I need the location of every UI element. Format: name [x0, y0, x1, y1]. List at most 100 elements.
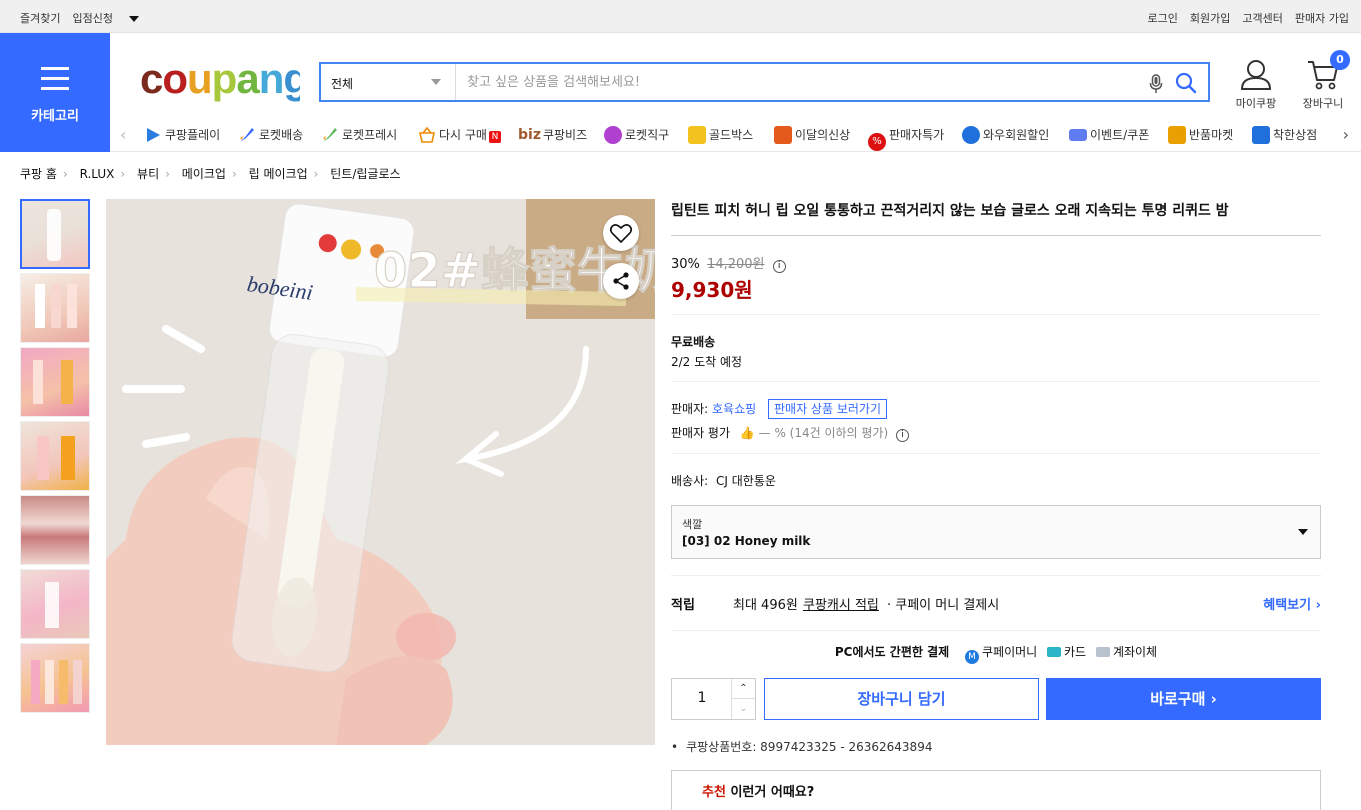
global-rocket-icon: [604, 126, 622, 144]
nav-item-rocket-fresh[interactable]: 로켓프레시: [321, 126, 397, 144]
card-icon: [1047, 647, 1062, 657]
option-value: [03] 02 Honey milk: [682, 534, 811, 548]
carrier-label: 배송사:: [671, 474, 709, 488]
reward-row: 적립 최대 496원 쿠팡캐시 적립 · 쿠페이 머니 결제시 혜택보기 ›: [671, 594, 1321, 613]
breadcrumb-item[interactable]: 뷰티: [137, 167, 159, 181]
seller-apply-link[interactable]: 입점신청: [72, 12, 139, 25]
quantity-input[interactable]: 1: [672, 690, 732, 706]
nav-item-goldbox[interactable]: 골드박스: [688, 126, 753, 144]
quantity-increase-icon[interactable]: ⌃: [731, 679, 755, 699]
carrier-row: 배송사: CJ 대한통운: [671, 472, 776, 489]
signup-link[interactable]: 회원가입: [1190, 12, 1230, 25]
product-thumbnail[interactable]: [20, 643, 90, 713]
nav-item-coupangbiz[interactable]: biz 쿠팡비즈: [518, 126, 587, 143]
recommendation-box[interactable]: 추천 이런거 어때요?: [671, 770, 1321, 810]
share-button[interactable]: [603, 263, 639, 299]
add-to-cart-button[interactable]: 장바구니 담기: [764, 678, 1039, 720]
divider: [671, 314, 1321, 315]
breadcrumb-item[interactable]: 틴트/립글로스: [330, 167, 400, 181]
nav-item-label: 골드박스: [709, 128, 754, 142]
cart-count-badge: 0: [1330, 50, 1350, 70]
thumbs-up-icon: 👍: [739, 426, 755, 440]
product-title: 립틴트 피치 허니 립 오일 통통하고 끈적거리지 않는 보습 글로스 오래 지…: [671, 199, 1321, 236]
my-coupang-label: 마이쿠팡: [1235, 97, 1277, 110]
info-icon[interactable]: i: [772, 260, 786, 273]
cart-button[interactable]: 0 장바구니: [1300, 50, 1350, 111]
color-option-select[interactable]: 색깔 [03] 02 Honey milk: [671, 505, 1321, 559]
coupang-cash-link[interactable]: 쿠팡캐시 적립: [803, 594, 879, 613]
payment-title: PC에서도 간편한 결제: [834, 645, 950, 659]
category-button[interactable]: 카테고리: [0, 33, 110, 152]
breadcrumb-item[interactable]: R.LUX: [80, 167, 115, 181]
benefits-link[interactable]: 혜택보기 ›: [1263, 594, 1321, 613]
seller-name-link[interactable]: 호육쇼핑: [712, 402, 756, 416]
heart-icon: [609, 224, 633, 244]
nav-next-arrow-icon[interactable]: ›: [1343, 125, 1349, 144]
nav-item-seller-deal[interactable]: % 판매자특가: [868, 126, 944, 151]
product-thumbnail[interactable]: [20, 421, 90, 491]
divider: [671, 575, 1321, 576]
hamburger-icon: [41, 67, 69, 97]
quantity-decrease-icon[interactable]: ⌄: [731, 699, 755, 719]
nav-item-return-market[interactable]: 반품마켓: [1168, 126, 1233, 144]
info-icon[interactable]: i: [896, 429, 909, 442]
nav-item-event[interactable]: 이벤트/쿠폰: [1069, 126, 1149, 143]
product-thumbnail[interactable]: [20, 347, 90, 417]
search-bar: 전체: [319, 62, 1210, 102]
svg-text:coupang: coupang: [140, 55, 300, 102]
search-input[interactable]: [467, 72, 1127, 92]
top-utility-bar: 즐겨찾기 입점신청 로그인 회원가입 고객센터 판매자 가입: [0, 0, 1361, 33]
product-thumbnail[interactable]: [20, 569, 90, 639]
nav-item-coupangplay[interactable]: 쿠팡플레이: [144, 126, 220, 144]
microphone-icon[interactable]: [1149, 74, 1163, 94]
buy-now-button[interactable]: 바로구매 ›: [1046, 678, 1321, 720]
seller-products-button[interactable]: 판매자 상품 보러가기: [768, 399, 887, 419]
customer-center-link[interactable]: 고객센터: [1242, 12, 1282, 25]
original-price: 14,200원: [707, 257, 765, 272]
nav-item-label: 착한상점: [1273, 128, 1318, 142]
bookmark-link[interactable]: 즐겨찾기: [20, 12, 60, 25]
product-thumbnail[interactable]: [20, 199, 90, 269]
breadcrumb-separator-icon: ›: [231, 167, 237, 181]
chevron-right-icon: ›: [1210, 690, 1217, 708]
buy-now-label: 바로구매: [1150, 690, 1206, 708]
new-badge-icon: N: [488, 131, 501, 143]
coupang-logo-wordmark: coupang: [140, 55, 309, 102]
search-category-select[interactable]: 전체: [321, 64, 456, 100]
reward-amount: 최대 496원: [733, 598, 798, 613]
biz-icon: biz: [518, 127, 541, 143]
basket-icon: [418, 126, 436, 144]
product-thumbnail[interactable]: [20, 495, 90, 565]
nav-item-wow[interactable]: 와우회원할인: [962, 126, 1049, 144]
nav-item-label: 와우회원할인: [983, 128, 1050, 142]
nav-item-good-store[interactable]: 착한상점: [1252, 126, 1327, 144]
nav-item-global[interactable]: 로켓직구: [604, 126, 669, 144]
user-icon: [1240, 60, 1272, 90]
nav-item-rebuy[interactable]: 다시 구매 N: [418, 126, 501, 144]
seller-info: 판매자: 호육쇼핑 판매자 상품 보러가기 판매자 평가 👍 — % (14건 …: [671, 397, 909, 445]
seller-signup-link[interactable]: 판매자 가입: [1295, 12, 1349, 25]
nav-item-label: 쿠팡비즈: [542, 128, 588, 142]
seller-label: 판매자:: [671, 402, 709, 416]
breadcrumb-item[interactable]: 메이크업: [182, 167, 226, 181]
wishlist-button[interactable]: [603, 215, 639, 251]
chevron-down-icon: [431, 79, 441, 85]
nav-prev-arrow-icon[interactable]: ‹: [120, 125, 126, 144]
nav-item-monthly-new[interactable]: 이달의신상: [774, 126, 850, 144]
shipping-info: 무료배송 2/2 도착 예정: [671, 332, 742, 372]
product-thumbnail[interactable]: [20, 273, 90, 343]
divider: [671, 381, 1321, 382]
my-coupang-button[interactable]: 마이쿠팡: [1235, 58, 1277, 111]
wow-icon: [962, 126, 980, 144]
nav-item-rocket[interactable]: 로켓배송: [238, 126, 303, 144]
coupang-logo[interactable]: coupang: [140, 55, 309, 116]
search-icon[interactable]: [1175, 72, 1197, 94]
bank-icon: [1095, 647, 1110, 657]
main-product-image[interactable]: bobeini 02#蜂蜜牛奶: [106, 199, 655, 745]
new-icon: [774, 126, 792, 144]
login-link[interactable]: 로그인: [1148, 12, 1178, 25]
breadcrumb-item[interactable]: 립 메이크업: [249, 167, 308, 181]
breadcrumb-item[interactable]: 쿠팡 홈: [20, 167, 57, 181]
nav-item-label: 로켓배송: [259, 128, 304, 142]
share-icon: [613, 272, 629, 290]
